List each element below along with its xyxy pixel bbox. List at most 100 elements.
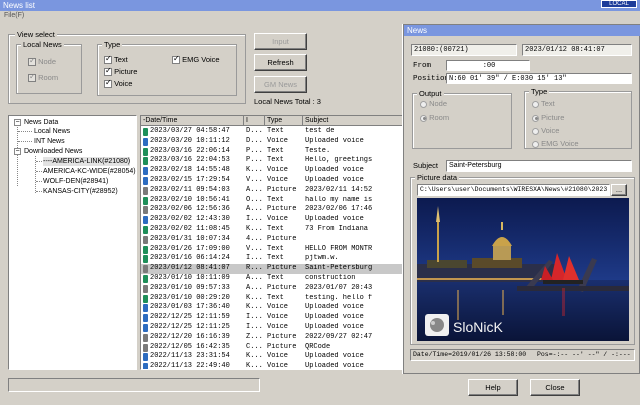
table-row[interactable]: 2023/02/02 12:43:30 I... Voice Uploaded voi… xyxy=(141,215,404,225)
table-row[interactable]: 2022/12/05 16:42:35 C... Picture QRCode xyxy=(141,343,404,353)
detail-type-text-radio[interactable] xyxy=(532,100,539,108)
detail-type-emg-radio[interactable] xyxy=(532,140,539,148)
tree-wolf-den[interactable]: WOLF-DEN(#28941) xyxy=(43,177,108,186)
table-row[interactable]: 2023/01/31 10:07:34 4... Picture xyxy=(141,235,404,245)
table-row[interactable]: 2023/01/16 06:14:24 I... Text pjtwm.w. xyxy=(141,254,404,264)
detail-type-legend: Type xyxy=(529,87,550,96)
row-i: D... xyxy=(246,136,263,145)
refresh-button[interactable]: Refresh xyxy=(254,54,307,71)
table-row[interactable]: 2023/03/16 22:04:53 P... Text Hello, greeti… xyxy=(141,156,404,166)
row-subject: Uploaded voice xyxy=(305,176,364,184)
detail-type-voice-label: Voice xyxy=(541,126,560,135)
table-row[interactable]: 2022/12/20 16:16:39 Z... Picture 2022/09/27… xyxy=(141,333,404,343)
table-row[interactable]: 2023/03/27 04:58:47 D... Text test de xyxy=(141,127,404,137)
row-date: 2023/01/10 09:57:33 xyxy=(150,283,230,292)
detail-type-text[interactable]: Text xyxy=(532,99,555,109)
news-id-field: 21080:(00721) xyxy=(411,44,517,56)
table-row[interactable]: 2023/03/16 22:06:14 P... Text Teste. xyxy=(141,147,404,157)
table-row[interactable]: 2023/01/10 00:29:20 K... Text testing. hell… xyxy=(141,294,404,304)
row-subject: Uploaded voice xyxy=(305,323,364,331)
row-type: Voice xyxy=(267,303,289,312)
picture-icon xyxy=(143,343,148,352)
row-i: C... xyxy=(246,342,263,351)
voice-checkbox[interactable] xyxy=(104,78,112,89)
picture-checkbox[interactable] xyxy=(104,66,112,77)
col-i[interactable]: I xyxy=(244,116,265,126)
close-button[interactable]: Close xyxy=(530,379,580,396)
row-date: 2023/03/20 10:11:12 xyxy=(150,136,230,145)
tree-downloaded-collapse-icon[interactable]: − xyxy=(14,148,21,155)
row-subject: pjtwm.w. xyxy=(305,254,339,263)
position-label: Position xyxy=(413,75,450,83)
row-i: V... xyxy=(246,176,263,184)
help-button[interactable]: Help xyxy=(468,379,518,396)
col-datetime[interactable]: -Date/Time xyxy=(141,116,244,126)
detail-type-text-label: Text xyxy=(540,99,555,108)
tree-america-link[interactable]: ----AMERICA-LINK(#21080) xyxy=(43,157,131,166)
picture-path-field[interactable]: C:\Users\user\Documents\WIRESXA\News\#21… xyxy=(417,184,610,196)
output-node-radio[interactable] xyxy=(420,100,427,108)
detail-type-picture[interactable]: Picture xyxy=(532,113,564,123)
tree-kansas-city[interactable]: KANSAS-CITY(#28952) xyxy=(43,187,118,196)
row-i: D... xyxy=(246,127,263,135)
tree-america-kc-wide[interactable]: AMERICA-KC-WIDE(#28054) xyxy=(43,167,136,176)
news-tree[interactable]: − News Data Local News INT News − Downlo… xyxy=(8,115,137,370)
node-checkbox[interactable] xyxy=(28,56,36,67)
row-subject: 2022/09/27 02:47 xyxy=(305,332,373,341)
filter-voice[interactable]: Voice xyxy=(104,78,132,89)
row-subject: Saint-Petersburg xyxy=(305,264,373,273)
table-row[interactable]: 2023/02/06 12:56:36 A... Picture 2023/02/06… xyxy=(141,205,404,215)
detail-type-emg[interactable]: EMG Voice xyxy=(532,139,579,149)
table-row[interactable]: 2023/02/15 17:29:54 V... Voice Uploaded voi… xyxy=(141,176,404,186)
table-row[interactable]: 2023/01/26 17:09:00 V... Text HELLO FROM MO… xyxy=(141,245,404,255)
table-row[interactable]: 2023/02/18 14:55:48 K... Voice Uploaded voi… xyxy=(141,166,404,176)
emg-voice-checkbox[interactable] xyxy=(172,54,180,65)
table-row[interactable]: 2023/02/10 10:56:41 O... Text hallo my name… xyxy=(141,196,404,206)
row-type: Picture xyxy=(267,234,297,243)
table-row[interactable]: 2022/12/25 12:11:25 I... Voice Uploaded voi… xyxy=(141,323,404,333)
row-subject: test de xyxy=(305,127,335,135)
output-room-radio[interactable] xyxy=(420,114,427,122)
row-i: K... xyxy=(246,293,263,302)
table-row[interactable]: 2023/02/11 09:54:03 A... Picture 2023/02/11… xyxy=(141,186,404,196)
news-status-bar: Date/Time=2019/01/26 13:58:00 Pos=-:-- -… xyxy=(410,349,635,361)
table-row[interactable]: 2022/11/13 22:49:40 K... Voice Uploaded voi… xyxy=(141,362,404,369)
table-row[interactable]: 2023/03/20 10:11:12 D... Voice Uploaded voi… xyxy=(141,137,404,147)
local-badge[interactable]: LOCAL xyxy=(601,0,637,8)
filter-picture[interactable]: Picture xyxy=(104,66,137,77)
col-type[interactable]: Type xyxy=(265,116,303,126)
table-row[interactable]: 2023/02/02 11:08:45 K... Text 73 From India… xyxy=(141,225,404,235)
filter-text[interactable]: Text xyxy=(104,54,128,65)
browse-button[interactable]: ... xyxy=(611,184,627,196)
news-list[interactable]: -Date/Time I Type Subject 2023/03/27 04:… xyxy=(140,115,405,370)
col-subject[interactable]: Subject xyxy=(303,116,404,126)
text-icon xyxy=(143,226,148,234)
menu-file[interactable]: File(F) xyxy=(4,12,24,19)
detail-type-voice-radio[interactable] xyxy=(532,127,539,135)
table-row[interactable]: 2022/12/25 12:11:59 I... Voice Uploaded voi… xyxy=(141,313,404,323)
room-checkbox[interactable] xyxy=(28,72,36,83)
detail-type-picture-radio[interactable] xyxy=(532,114,539,122)
tree-downloaded-news[interactable]: Downloaded News xyxy=(24,147,82,156)
row-date: 2023/02/10 10:56:41 xyxy=(150,195,230,204)
filter-emg-voice[interactable]: EMG Voice xyxy=(172,54,220,65)
output-node[interactable]: Node xyxy=(420,99,447,109)
filter-node[interactable]: Node xyxy=(28,56,56,67)
row-type: Text xyxy=(267,146,284,155)
tree-int-news[interactable]: INT News xyxy=(34,137,65,146)
status-bar xyxy=(8,378,260,392)
table-row[interactable]: 2023/01/03 17:36:40 K... Voice Uploaded voi… xyxy=(141,303,404,313)
tree-root[interactable]: News Data xyxy=(24,118,58,127)
tree-collapse-icon[interactable]: − xyxy=(14,119,21,126)
gm-news-button[interactable]: GM News xyxy=(254,76,307,93)
text-checkbox[interactable] xyxy=(104,54,112,65)
detail-type-voice[interactable]: Voice xyxy=(532,126,559,136)
filter-room[interactable]: Room xyxy=(28,72,58,83)
table-row[interactable]: 2023/01/10 09:57:33 A... Picture 2023/01/07… xyxy=(141,284,404,294)
output-room[interactable]: Room xyxy=(420,113,449,123)
tree-local-news[interactable]: Local News xyxy=(34,127,70,136)
table-row[interactable]: 2022/11/13 23:31:54 K... Voice Uploaded voi… xyxy=(141,352,404,362)
table-row[interactable]: 2023/01/10 10:11:09 A... Text construction xyxy=(141,274,404,284)
input-button[interactable]: Input xyxy=(254,33,307,50)
table-row[interactable]: 2023/01/12 08:41:07 R... Picture Saint-Pete… xyxy=(141,264,404,274)
